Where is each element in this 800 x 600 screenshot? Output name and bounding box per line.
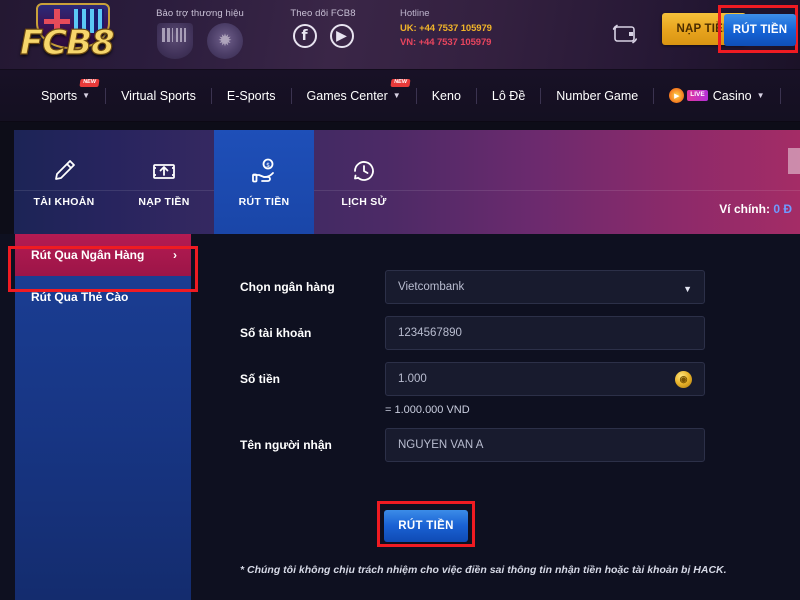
chevron-down-icon: ▼ [392, 91, 401, 100]
amount-input[interactable]: 1.000 ◉ [385, 362, 705, 396]
tab-label: RÚT TIỀN [238, 196, 290, 208]
main-nav: Sports ▼ NEW Virtual Sports E-Sports Gam… [0, 70, 800, 122]
sidebar-item-rut-qua-ngan-hang[interactable]: Rút Qua Ngân Hàng › [15, 234, 191, 276]
amount-value: 1.000 [398, 373, 427, 385]
nav-item-virtual-sports[interactable]: Virtual Sports [106, 70, 211, 122]
nav-item-number-game[interactable]: Number Game [541, 70, 653, 122]
tab-nap-tien[interactable]: NẠP TIỀN [114, 130, 214, 234]
nav-label: Lô Đề [491, 88, 526, 103]
deposit-money-upload-icon [153, 164, 175, 179]
sponsor-label: Bảo trợ thương hiệu [156, 8, 244, 19]
bank-row: Chọn ngân hàng Vietcombank ▼ [240, 270, 710, 304]
tab-label: LỊCH SỬ [341, 196, 387, 208]
withdraw-sidebar: Rút Qua Ngân Hàng › Rút Qua Thẻ Cào [8, 234, 198, 600]
svg-text:$: $ [266, 162, 270, 169]
wallet-refresh-icon[interactable] [608, 18, 642, 50]
nav-item-sports[interactable]: Sports ▼ NEW [26, 70, 105, 122]
chevron-right-icon: › [173, 248, 177, 262]
sidebar-item-label: Rút Qua Thẻ Cào [31, 290, 129, 304]
recipient-value: NGUYEN VAN A [398, 439, 484, 451]
withdraw-hand-money-icon: $ [252, 158, 274, 183]
account-tabstrip: TÀI KHOẢN NẠP TIỀN $ RÚT TIỀN LỊCH SỬ Ví… [14, 130, 800, 234]
nav-label: E-Sports [226, 88, 276, 103]
facebook-icon[interactable]: f [292, 24, 317, 48]
new-badge: NEW [390, 78, 411, 86]
nav-label: Keno [431, 88, 461, 103]
nav-item-lo-de[interactable]: Lô Đề [477, 70, 540, 122]
nav-label: Number Game [556, 88, 639, 103]
chevron-down-icon: ▼ [756, 91, 765, 100]
tab-label: TÀI KHOẢN [33, 196, 95, 208]
tabstrip-edge-marker [788, 148, 800, 174]
sidebar-item-rut-qua-the-cao[interactable]: Rút Qua Thẻ Cào [15, 276, 191, 318]
youtube-icon[interactable]: ▶ [329, 24, 354, 48]
bank-value: Vietcombank [398, 281, 465, 293]
sponsor-block: Bảo trợ thương hiệu [140, 8, 260, 59]
play-circle-icon: ▶ [669, 88, 685, 103]
chevron-down-icon: ▼ [683, 284, 692, 294]
nav-item-e-sports[interactable]: E-Sports [212, 70, 291, 122]
account-number-label: Số tài khoản [240, 326, 312, 340]
bank-label: Chọn ngân hàng [240, 280, 335, 294]
pencil-edit-icon [55, 160, 75, 180]
withdraw-button[interactable]: RÚT TIỀN [724, 14, 796, 46]
wallet-label: Ví chính: [719, 202, 770, 216]
nav-item-keno[interactable]: Keno [417, 70, 476, 122]
nav-label: Sports [41, 88, 78, 103]
follow-label: Theo dõi FCB8 [290, 8, 356, 19]
tab-lich-su[interactable]: LỊCH SỬ [314, 130, 414, 234]
gold-coin-icon: ◉ [675, 371, 692, 388]
sidebar-item-label: Rút Qua Ngân Hàng [31, 248, 145, 262]
nav-divider [779, 87, 781, 104]
fc-barcelona-crest-icon [157, 23, 193, 59]
disclaimer-note: * Chúng tôi không chịu trách nhiệm cho v… [240, 564, 727, 576]
hotline-label: Hotline [400, 8, 430, 19]
recipient-row: Tên người nhận NGUYEN VAN A [240, 428, 710, 462]
nav-label: Virtual Sports [121, 88, 196, 103]
account-number-value: 1234567890 [398, 327, 462, 339]
main-wallet-balance: Ví chính: 0 Đ [719, 202, 792, 216]
nav-label: Games Center [306, 88, 388, 103]
nav-item-casino[interactable]: ▶ LIVE Casino ▼ [654, 70, 779, 122]
amount-conversion: = 1.000.000 VND [385, 404, 470, 416]
wallet-amount: 0 Đ [773, 202, 792, 216]
withdraw-form: Chọn ngân hàng Vietcombank ▼ Số tài khoả… [240, 270, 710, 474]
withdraw-page: FCB8 Bảo trợ thương hiệu Theo dõi FCB8 f… [0, 0, 800, 600]
new-badge: NEW [79, 78, 100, 86]
recipient-label: Tên người nhận [240, 438, 332, 452]
hotline-vn[interactable]: VN: +44 7537 105979 [400, 37, 492, 48]
withdraw-button-highlight: RÚT TIỀN [718, 5, 798, 53]
isle-of-man-crest-icon [207, 23, 243, 59]
tab-tai-khoan[interactable]: TÀI KHOẢN [14, 130, 114, 234]
submit-withdraw-button[interactable]: RÚT TIỀN [384, 510, 468, 542]
tab-rut-tien[interactable]: $ RÚT TIỀN [214, 130, 314, 234]
hotline-block: Hotline UK: +44 7537 105979 VN: +44 7537… [400, 8, 492, 48]
recipient-input[interactable]: NGUYEN VAN A [385, 428, 705, 462]
history-clock-icon [354, 161, 374, 181]
tab-label: NẠP TIỀN [138, 196, 190, 208]
amount-row: Số tiền 1.000 ◉ [240, 362, 710, 396]
amount-label: Số tiền [240, 372, 281, 386]
hotline-uk[interactable]: UK: +44 7537 105979 [400, 23, 492, 34]
follow-block: Theo dõi FCB8 f ▶ [268, 8, 378, 48]
nav-label: Casino [712, 88, 752, 103]
bank-select[interactable]: Vietcombank ▼ [385, 270, 705, 304]
chevron-down-icon: ▼ [82, 91, 91, 100]
submit-button-highlight: RÚT TIỀN [377, 501, 475, 547]
nav-item-games-center[interactable]: Games Center ▼ NEW [292, 70, 416, 122]
account-number-input[interactable]: 1234567890 [385, 316, 705, 350]
live-badge: LIVE [687, 90, 708, 101]
site-logo[interactable]: FCB8 [14, 3, 124, 67]
logo-text: FCB8 [19, 22, 115, 63]
account-number-row: Số tài khoản 1234567890 [240, 316, 710, 350]
site-header: FCB8 Bảo trợ thương hiệu Theo dõi FCB8 f… [0, 0, 800, 70]
